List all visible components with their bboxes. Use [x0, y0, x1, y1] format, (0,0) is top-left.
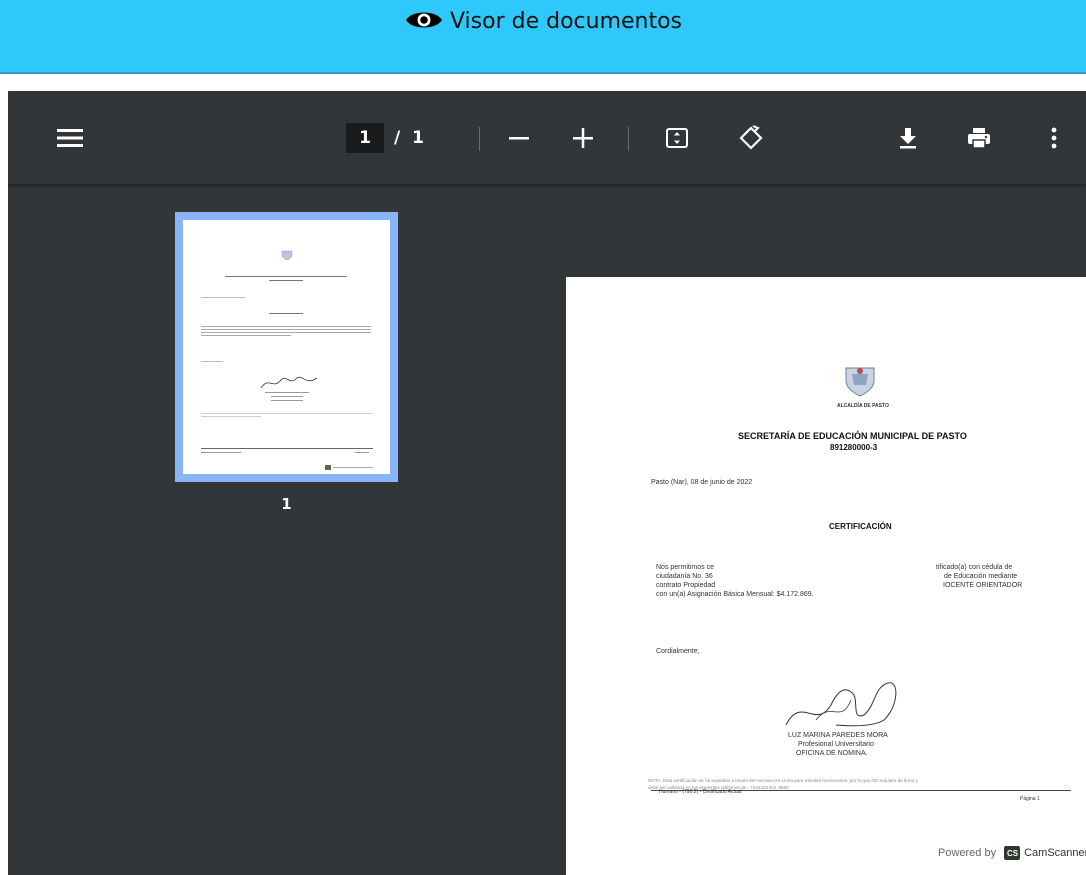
- thumbnail-text-line: [355, 452, 369, 453]
- document-page: ALCALDÍA DE PASTO SECRETARÍA DE EDUCACIÓ…: [566, 277, 1086, 875]
- thumbnail-page-preview: [183, 220, 390, 474]
- zoom-out-button[interactable]: [503, 123, 535, 153]
- thumbnail-text-line: [333, 467, 373, 468]
- thumbnail-text-line: [201, 452, 241, 453]
- thumbnail-text-line: [269, 313, 303, 314]
- download-icon: [900, 128, 916, 149]
- thumbnail-signature: [260, 376, 318, 389]
- download-button[interactable]: [892, 123, 924, 153]
- thumbnail-text-line: [201, 413, 373, 414]
- seal-logo: [845, 367, 875, 397]
- menu-icon: [57, 129, 83, 147]
- thumbnail-camscanner-mark: [325, 465, 331, 470]
- thumbnail-text-line: [265, 392, 309, 393]
- more-options-button[interactable]: [1042, 123, 1066, 153]
- total-pages: 1: [412, 128, 424, 148]
- page-thumbnail[interactable]: [175, 212, 398, 482]
- thumbnail-text-line: [201, 332, 371, 333]
- signer-title: Profesional Universitario: [798, 741, 874, 748]
- minus-icon: [509, 137, 529, 140]
- signer-name: LUZ MARINA PAREDES MORA: [788, 732, 888, 739]
- document-section-title: CERTIFICACIÓN: [829, 522, 892, 531]
- thumbnail-text-line: [201, 335, 291, 336]
- body-text-line: ciudadanía No. 36: [656, 573, 713, 580]
- powered-by-badge: Powered by CS CamScanner: [938, 846, 1086, 860]
- camscanner-text: CamScanner: [1024, 847, 1086, 859]
- page-count: / 1: [394, 123, 424, 153]
- thumbnail-text-line: [201, 361, 223, 362]
- toolbar-divider: [628, 127, 629, 151]
- page-title: Visor de documentos: [449, 9, 683, 34]
- camscanner-icon: CS: [1004, 846, 1021, 860]
- powered-by-text: Powered by: [938, 847, 997, 859]
- rotate-button[interactable]: [734, 121, 768, 155]
- thumbnail-text-line: [201, 297, 245, 298]
- thumbnail-text-line: [271, 396, 303, 397]
- header-title-wrap: Visor de documentos: [0, 8, 1086, 34]
- closing-text: Cordialmente,: [656, 648, 700, 655]
- thumbnail-text-line: [201, 326, 371, 327]
- seal-caption: ALCALDÍA DE PASTO: [837, 403, 889, 409]
- print-button[interactable]: [963, 123, 995, 153]
- page-separator: /: [394, 128, 401, 148]
- pdf-toolbar: 1 / 1: [8, 91, 1086, 184]
- thumbnail-text-line: [269, 280, 303, 281]
- fit-page-button[interactable]: [661, 123, 693, 153]
- note-text: NOTA: Esta certificación se ha expedido …: [648, 778, 918, 783]
- thumbnail-text-line: [225, 276, 347, 277]
- svg-text:CS: CS: [1007, 849, 1019, 858]
- pdf-viewer: 1 / 1 1 ALCALDÍA DE PASTO SECRETARÍA DE …: [8, 91, 1086, 875]
- body-text-line: tificado(a) con cédula de: [936, 564, 1013, 571]
- rotate-icon: [739, 125, 764, 150]
- footer-page-text: Página 1: [1020, 796, 1040, 802]
- page-number-input[interactable]: 1: [346, 123, 384, 153]
- body-text-line: Nos permitimos ce: [656, 564, 714, 571]
- plus-icon: [573, 128, 593, 148]
- document-date: Pasto (Nar), 08 de junio de 2022: [651, 479, 753, 486]
- document-heading: SECRETARÍA DE EDUCACIÓN MUNICIPAL DE PAS…: [738, 431, 967, 441]
- toolbar-divider: [479, 127, 480, 151]
- sidebar-toggle-button[interactable]: [52, 123, 88, 153]
- print-icon: [968, 128, 990, 149]
- zoom-in-button[interactable]: [567, 123, 599, 153]
- body-text-line: de Educación mediante: [944, 573, 1018, 580]
- thumbnail-page-number: 1: [281, 495, 292, 513]
- footer-left-text: Humano - (790.2) - Certificado Actual: [659, 789, 742, 795]
- thumbnail-text-line: [201, 329, 371, 330]
- document-nit: 891280000-3: [830, 443, 878, 452]
- thumbnail-text-line: [201, 416, 261, 417]
- signature: [785, 682, 897, 727]
- thumbnail-text-line: [271, 400, 303, 401]
- fit-page-icon: [666, 128, 688, 148]
- body-text-line: contrato Propiedad: [656, 582, 716, 589]
- thumbnail-seal-icon: [281, 250, 293, 260]
- body-text-line: IOCENTE ORIENTADOR: [943, 582, 1023, 589]
- body-text-line: con un(a) Asignación Básica Mensual: $4.…: [656, 591, 814, 598]
- more-vert-icon: [1051, 127, 1057, 149]
- signer-office: OFICINA DE NOMINA.: [796, 750, 868, 757]
- header-divider: [0, 72, 1086, 74]
- eye-icon: [405, 12, 442, 28]
- thumbnail-footer-rule: [201, 448, 373, 449]
